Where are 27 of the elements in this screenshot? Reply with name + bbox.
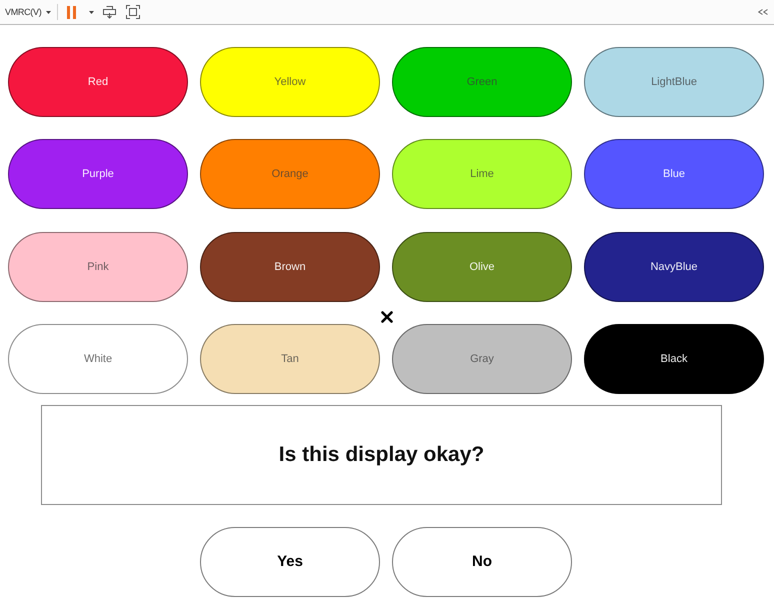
color-button[interactable]: Orange	[200, 139, 380, 210]
color-button[interactable]: NavyBlue	[584, 232, 764, 302]
double-chevron-left-icon[interactable]	[758, 9, 768, 15]
pause-icon[interactable]	[67, 6, 76, 18]
color-button[interactable]: Tan	[200, 324, 380, 394]
color-button[interactable]: Olive	[392, 232, 572, 302]
color-button[interactable]: Black	[584, 324, 764, 394]
color-button[interactable]: Gray	[392, 324, 572, 394]
color-button[interactable]: Brown	[200, 232, 380, 302]
color-button[interactable]: Green	[392, 47, 572, 117]
color-button[interactable]: Pink	[8, 232, 188, 302]
color-button[interactable]: LightBlue	[584, 47, 764, 117]
printer-icon[interactable]	[103, 6, 116, 18]
fullscreen-icon[interactable]	[126, 5, 140, 19]
caret-down-icon[interactable]	[89, 10, 94, 14]
answer-button[interactable]: Yes	[200, 526, 380, 597]
color-button[interactable]: Red	[8, 47, 188, 117]
color-button[interactable]: Yellow	[200, 47, 380, 117]
x-cursor-icon	[381, 311, 393, 323]
answer-button[interactable]: No	[392, 526, 572, 597]
caret-down-icon[interactable]	[46, 10, 52, 14]
color-button[interactable]: White	[8, 324, 188, 394]
color-button[interactable]: Lime	[392, 139, 572, 210]
color-button[interactable]: Blue	[584, 139, 764, 210]
color-button[interactable]: Purple	[8, 139, 188, 210]
vmrc-menu[interactable]: VMRC(V)	[5, 7, 42, 17]
prompt-message: Is this display okay?	[41, 404, 722, 505]
